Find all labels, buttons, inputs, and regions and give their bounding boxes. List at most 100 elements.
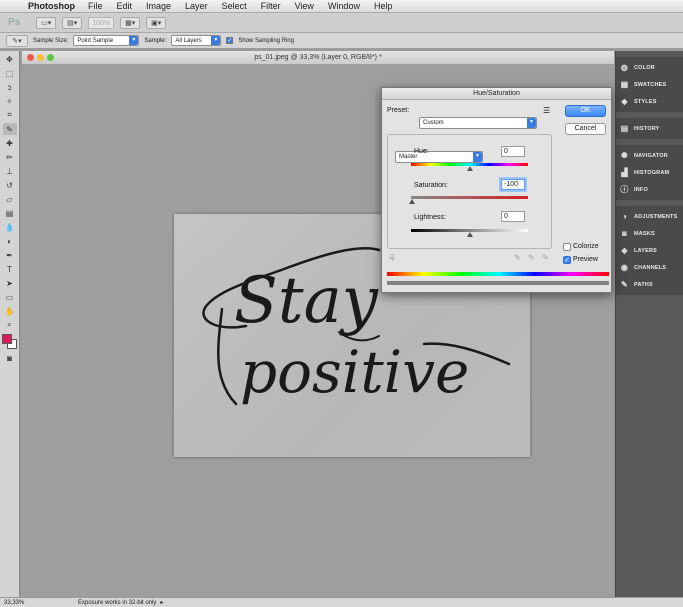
- extras-button[interactable]: ▤▾: [62, 16, 83, 29]
- panel-label: MASKS: [634, 230, 655, 237]
- channel-select[interactable]: Master ▾: [395, 151, 483, 163]
- on-image-adjust-icon[interactable]: ☟: [389, 253, 394, 264]
- gradient-tool-icon[interactable]: ▤: [3, 207, 17, 219]
- panel-navigator[interactable]: ✺ NAVIGATOR: [616, 147, 683, 164]
- panel-swatches[interactable]: ▦ SWATCHES: [616, 76, 683, 93]
- shape-tool-icon[interactable]: ▭: [3, 291, 17, 303]
- history-brush-tool-icon[interactable]: ↺: [3, 179, 17, 191]
- preset-label: Preset:: [387, 107, 410, 114]
- input-color-bar: [387, 272, 609, 276]
- swatches-panel-icon: ▦: [620, 80, 629, 89]
- menu-help[interactable]: Help: [367, 1, 400, 11]
- panel-history[interactable]: ▤ HISTORY: [616, 120, 683, 137]
- preset-select[interactable]: Custom ▾: [419, 117, 537, 129]
- menu-image[interactable]: Image: [139, 1, 178, 11]
- menu-filter[interactable]: Filter: [254, 1, 288, 11]
- panel-info[interactable]: ⓘ INFO: [616, 181, 683, 198]
- preview-checkbox[interactable]: ✓: [563, 256, 571, 264]
- panel-adjustments[interactable]: ◑ ADJUSTMENTS: [616, 208, 683, 225]
- eyedropper-minus-icon[interactable]: ✎: [542, 253, 549, 262]
- layers-panel-icon: ◈: [621, 246, 628, 255]
- clone-stamp-tool-icon[interactable]: ⊥: [3, 165, 17, 177]
- sample-label: Sample:: [144, 37, 167, 44]
- status-menu-arrow-icon[interactable]: ▸: [160, 599, 163, 606]
- saturation-label: Saturation:: [414, 182, 448, 189]
- eyedropper-plus-icon[interactable]: ✎: [528, 253, 535, 262]
- lightness-label: Lightness:: [414, 214, 446, 221]
- menu-edit[interactable]: Edit: [110, 1, 140, 11]
- brush-tool-icon[interactable]: ✏: [3, 151, 17, 163]
- quick-mask-icon[interactable]: ◙: [3, 352, 17, 364]
- show-sampling-ring-checkbox[interactable]: ✓: [226, 37, 234, 44]
- preset-options-icon[interactable]: ☰: [543, 106, 550, 115]
- path-selection-tool-icon[interactable]: ➤: [3, 277, 17, 289]
- status-bar: 33,33% Exposure works in 32-bit only ▸: [0, 597, 683, 607]
- blur-tool-icon[interactable]: 💧: [3, 221, 17, 233]
- styles-panel-icon: ◆: [621, 97, 628, 106]
- chevron-down-icon: ▾: [527, 118, 536, 128]
- saturation-slider-thumb[interactable]: [409, 199, 415, 204]
- type-tool-icon[interactable]: T: [3, 263, 17, 275]
- panel-label: LAYERS: [634, 247, 658, 254]
- colorize-label: Colorize: [573, 243, 599, 250]
- saturation-slider-track[interactable]: [411, 196, 528, 199]
- foreground-color-swatch[interactable]: [1, 334, 12, 344]
- bridge-button[interactable]: ▭▾: [36, 16, 57, 29]
- paths-panel-icon: ✎: [621, 280, 628, 289]
- screen-mode-button[interactable]: ▣▾: [146, 16, 167, 29]
- close-icon[interactable]: [27, 54, 34, 61]
- eyedropper-preset-icon[interactable]: ✎▾: [6, 34, 28, 47]
- panel-label: ADJUSTMENTS: [634, 213, 678, 220]
- panel-paths[interactable]: ✎ PATHS: [616, 276, 683, 293]
- ok-button[interactable]: OK: [565, 105, 606, 117]
- tools-panel: ✥ ⬚ ↄ ✧ ⌗ ✎ ✚ ✏ ⊥ ↺ ▱ ▤ 💧 ◐ ✒ T ➤ ▭ ✋ ⌕ …: [0, 51, 20, 597]
- menu-window[interactable]: Window: [321, 1, 367, 11]
- crop-tool-icon[interactable]: ⌗: [3, 109, 17, 121]
- hue-label: Hue:: [414, 148, 429, 155]
- quick-selection-tool-icon[interactable]: ✧: [3, 95, 17, 107]
- move-tool-icon[interactable]: ✥: [3, 53, 17, 65]
- panel-layers[interactable]: ◈ LAYERS: [616, 242, 683, 259]
- hue-slider-thumb[interactable]: [467, 166, 473, 171]
- status-zoom[interactable]: 33,33%: [0, 600, 30, 606]
- menu-file[interactable]: File: [81, 1, 110, 11]
- hue-input[interactable]: 0: [501, 146, 525, 157]
- ps-logo: Ps: [8, 17, 21, 28]
- hue-saturation-dialog: Hue/Saturation Preset: Custom ▾ ☰ OK Canc…: [381, 87, 612, 293]
- panel-styles[interactable]: ◆ STYLES: [616, 93, 683, 110]
- hand-tool-icon[interactable]: ✋: [3, 305, 17, 317]
- panel-label: HISTORY: [634, 125, 660, 132]
- dodge-tool-icon[interactable]: ◐: [3, 235, 17, 247]
- panel-color[interactable]: ◍ COLOR: [616, 59, 683, 76]
- histogram-panel-icon: ▟: [621, 168, 628, 177]
- cancel-button[interactable]: Cancel: [565, 123, 606, 135]
- zoom-icon[interactable]: [47, 54, 54, 61]
- minimize-icon[interactable]: [37, 54, 44, 61]
- zoom-level-field[interactable]: 100%: [88, 16, 115, 29]
- lightness-input[interactable]: 0: [501, 211, 525, 222]
- marquee-tool-icon[interactable]: ⬚: [3, 67, 17, 79]
- eyedropper-icon[interactable]: ✎: [514, 253, 521, 262]
- panel-channels[interactable]: ◉ CHANNELS: [616, 259, 683, 276]
- panel-masks[interactable]: ◙ MASKS: [616, 225, 683, 242]
- options-bar: ✎▾ Sample Size: Point Sample ▾ Sample: Al…: [0, 33, 683, 49]
- sample-select[interactable]: All Layers ▾: [171, 35, 222, 46]
- menu-select[interactable]: Select: [215, 1, 254, 11]
- panel-histogram[interactable]: ▟ HISTOGRAM: [616, 164, 683, 181]
- saturation-input[interactable]: -100: [501, 179, 525, 190]
- eyedropper-tool-icon[interactable]: ✎: [2, 123, 17, 135]
- pen-tool-icon[interactable]: ✒: [3, 249, 17, 261]
- sample-value: All Layers: [175, 37, 202, 44]
- sample-size-select[interactable]: Point Sample ▾: [73, 35, 140, 46]
- menu-app-name[interactable]: Photoshop: [22, 1, 81, 11]
- colorize-checkbox[interactable]: [563, 243, 571, 251]
- zoom-tool-icon[interactable]: ⌕: [3, 319, 17, 331]
- arrange-documents-button[interactable]: ▦▾: [120, 16, 141, 29]
- menu-view[interactable]: View: [288, 1, 321, 11]
- healing-brush-tool-icon[interactable]: ✚: [3, 137, 17, 149]
- chevron-down-icon: ▾: [473, 152, 482, 162]
- lasso-tool-icon[interactable]: ↄ: [3, 81, 17, 93]
- lightness-slider-thumb[interactable]: [467, 232, 473, 237]
- menu-layer[interactable]: Layer: [178, 1, 215, 11]
- eraser-tool-icon[interactable]: ▱: [3, 193, 17, 205]
